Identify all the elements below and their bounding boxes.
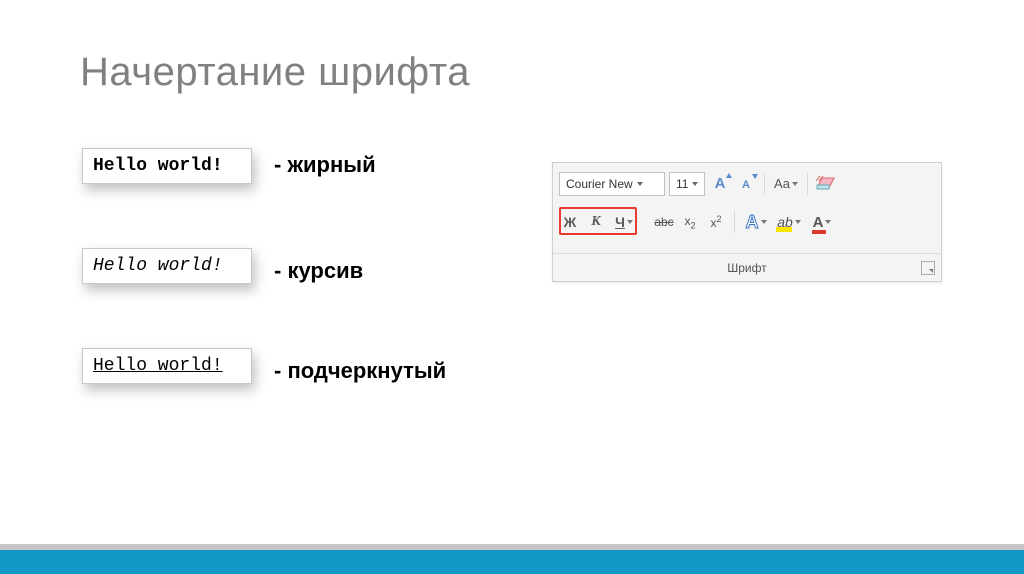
label-italic: - курсив bbox=[274, 258, 363, 284]
text-effects-icon: A bbox=[746, 212, 759, 233]
separator bbox=[764, 173, 765, 195]
change-case-icon: Aa bbox=[774, 176, 790, 191]
caret-up-icon bbox=[726, 173, 732, 179]
chevron-down-icon bbox=[792, 182, 798, 186]
strikethrough-button[interactable]: abc bbox=[653, 211, 675, 233]
shrink-font-button[interactable]: A bbox=[735, 173, 757, 195]
separator bbox=[734, 211, 735, 233]
caret-down-icon bbox=[752, 174, 758, 180]
chevron-down-icon bbox=[825, 220, 831, 224]
dialog-launcher-button[interactable] bbox=[921, 261, 935, 275]
subscript-icon: x2 bbox=[684, 214, 695, 230]
example-underline: Hello world! bbox=[82, 348, 252, 384]
page-title: Начертание шрифта bbox=[80, 50, 470, 95]
bold-button[interactable]: Ж bbox=[559, 211, 581, 233]
ribbon-row-bottom: Ж К Ч abc x2 x2 A ab A bbox=[553, 201, 941, 239]
chevron-down-icon bbox=[637, 182, 643, 186]
subscript-button[interactable]: x2 bbox=[679, 211, 701, 233]
change-case-button[interactable]: Aa bbox=[772, 173, 800, 195]
grow-font-button[interactable]: A bbox=[709, 173, 731, 195]
ribbon-font-group: Courier New 11 A A Aa bbox=[552, 162, 942, 282]
italic-button[interactable]: К bbox=[585, 211, 607, 233]
launcher-arrow-icon bbox=[929, 269, 933, 273]
ribbon-row-top: Courier New 11 A A Aa bbox=[553, 163, 941, 201]
chevron-down-icon bbox=[627, 220, 633, 224]
font-color-icon: A bbox=[813, 214, 824, 231]
strikethrough-icon: abc bbox=[654, 215, 673, 229]
eraser-icon bbox=[816, 176, 836, 192]
italic-icon: К bbox=[591, 214, 601, 230]
font-name-value: Courier New bbox=[566, 177, 633, 191]
example-italic: Hello world! bbox=[82, 248, 252, 284]
clear-formatting-button[interactable] bbox=[815, 173, 837, 195]
bold-icon: Ж bbox=[564, 214, 577, 230]
underline-button[interactable]: Ч bbox=[611, 211, 637, 233]
font-size-value: 11 bbox=[676, 177, 688, 191]
font-color-button[interactable]: A bbox=[808, 211, 836, 233]
text-effects-button[interactable]: A bbox=[742, 211, 770, 233]
highlight-color-button[interactable]: ab bbox=[774, 211, 804, 233]
highlight-icon: ab bbox=[777, 214, 793, 230]
superscript-icon: x2 bbox=[710, 214, 721, 230]
superscript-button[interactable]: x2 bbox=[705, 211, 727, 233]
shrink-font-icon: A bbox=[742, 179, 750, 191]
chevron-down-icon bbox=[795, 220, 801, 224]
footer-accent-bar bbox=[0, 550, 1024, 574]
chevron-down-icon bbox=[692, 182, 698, 186]
separator bbox=[807, 173, 808, 195]
ribbon-group-label: Шрифт bbox=[553, 253, 941, 281]
font-size-select[interactable]: 11 bbox=[669, 172, 705, 196]
font-name-select[interactable]: Courier New bbox=[559, 172, 665, 196]
underline-icon: Ч bbox=[615, 214, 625, 230]
label-underline: - подчеркнутый bbox=[274, 358, 446, 384]
example-bold: Hello world! bbox=[82, 148, 252, 184]
ribbon-group-label-text: Шрифт bbox=[727, 261, 766, 275]
label-bold: - жирный bbox=[274, 152, 376, 178]
chevron-down-icon bbox=[761, 220, 767, 224]
grow-font-icon: A bbox=[715, 175, 726, 192]
